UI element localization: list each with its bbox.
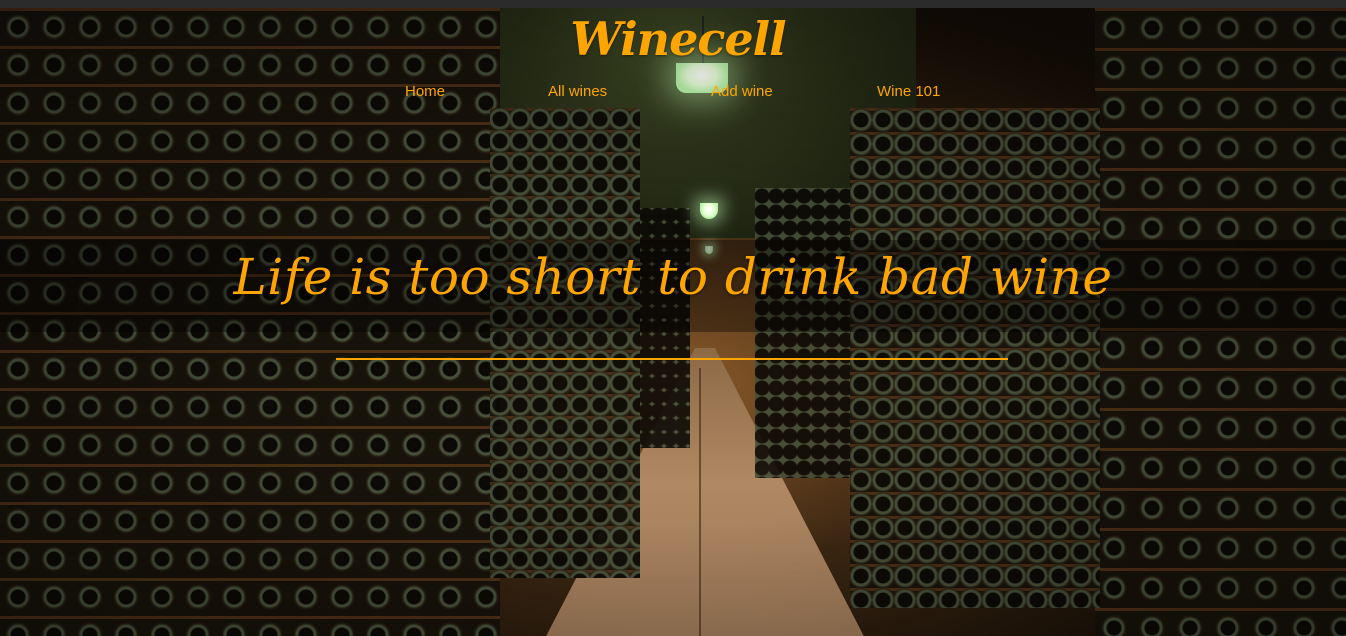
nav-link-add-wine[interactable]: Add wine — [711, 82, 773, 102]
hero-divider — [336, 358, 1008, 360]
nav-link-wine-101[interactable]: Wine 101 — [877, 82, 940, 102]
nav-link-home[interactable]: Home — [405, 82, 445, 102]
site-logo[interactable]: Winecell — [0, 12, 1346, 66]
hero-tagline: Life is too short to drink bad wine — [233, 248, 1113, 306]
page: Winecell Home All wines Add wine Wine 10… — [0, 0, 1346, 636]
nav-link-all-wines[interactable]: All wines — [548, 82, 607, 102]
main-navigation: Home All wines Add wine Wine 101 — [0, 82, 1346, 106]
browser-top-edge — [0, 0, 1346, 8]
